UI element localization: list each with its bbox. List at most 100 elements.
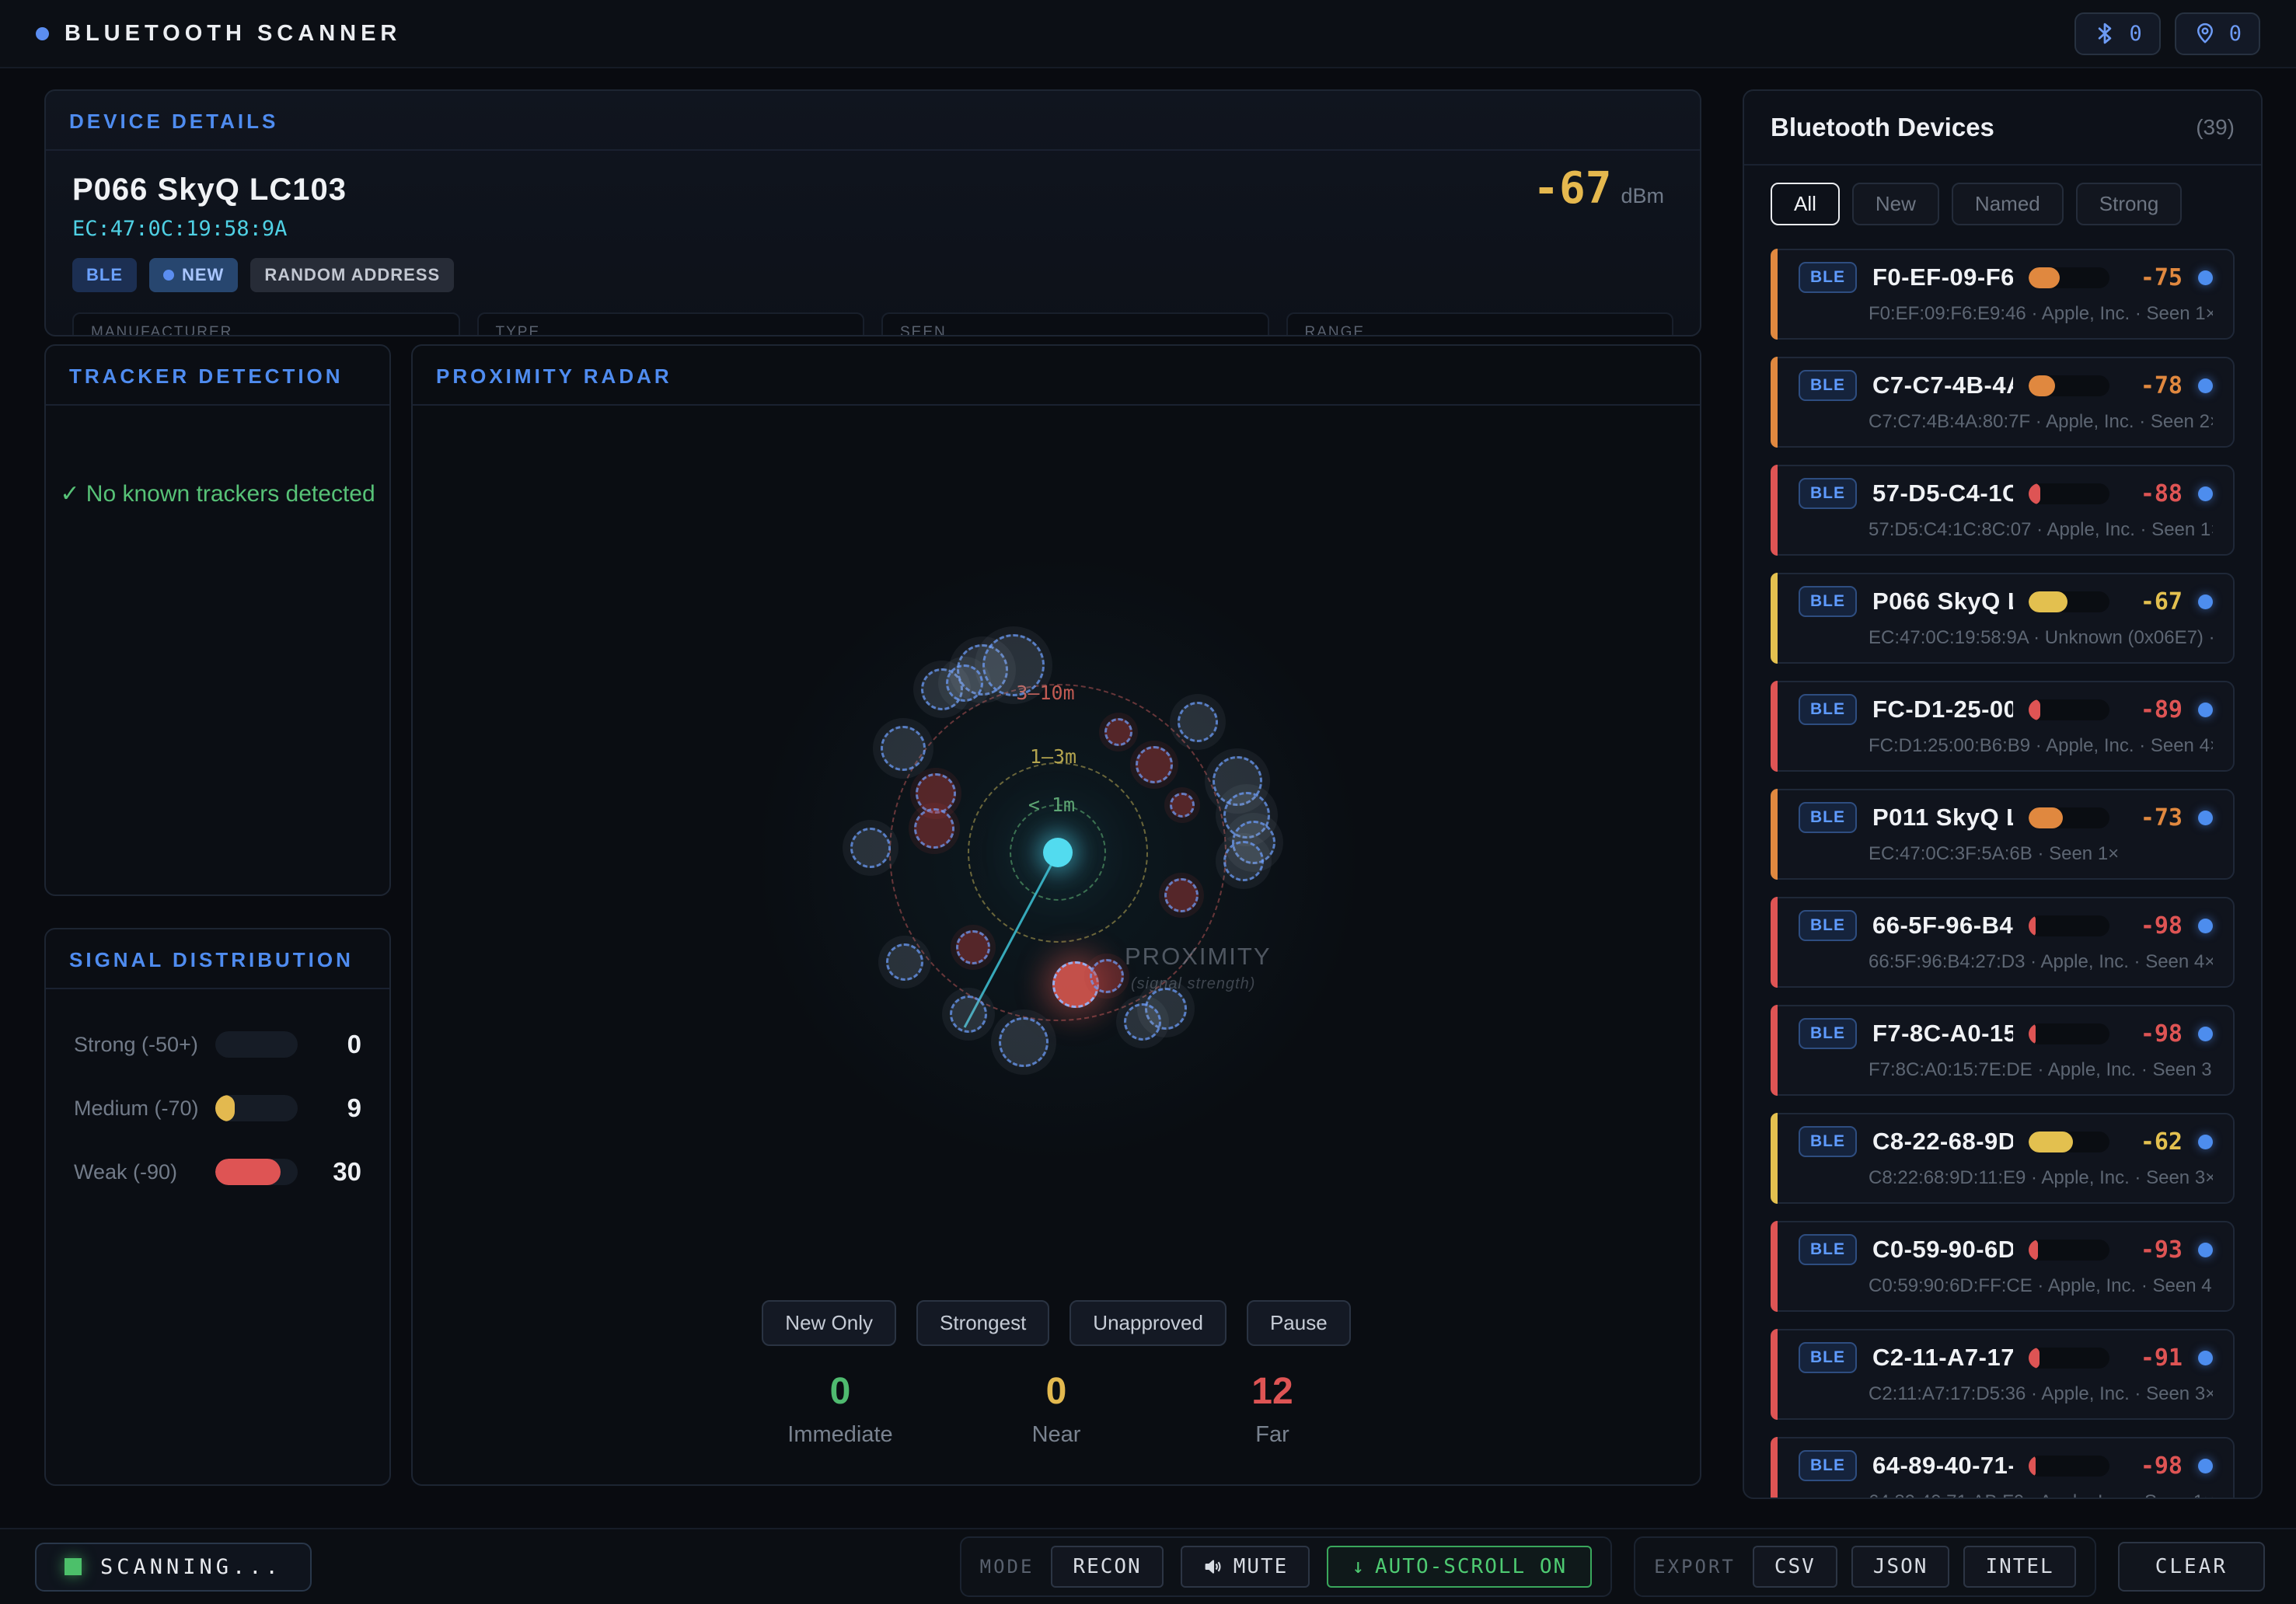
export-format-button[interactable]: JSON <box>1851 1546 1950 1588</box>
new-dot-icon <box>163 270 174 281</box>
device-status-dot-icon <box>2198 1135 2213 1149</box>
location-count-badge[interactable]: 0 <box>2175 12 2260 55</box>
export-format-button[interactable]: INTEL <box>1963 1546 2075 1588</box>
device-filter-button[interactable]: All <box>1771 183 1840 225</box>
new-badge: NEW <box>149 258 238 292</box>
auto-scroll-toggle[interactable]: ↓ AUTO-SCROLL ON <box>1327 1546 1592 1588</box>
device-subtext: F0:EF:09:F6:E9:46 · Apple, Inc. · Seen 1… <box>1799 303 2213 325</box>
device-status-dot-icon <box>2198 1243 2213 1257</box>
radar-device-dot[interactable] <box>1170 793 1195 818</box>
radar-device-dot[interactable] <box>982 634 1045 696</box>
location-pin-icon <box>2193 22 2217 45</box>
field-label: SEEN <box>900 324 1251 336</box>
radar-device-dot[interactable] <box>1124 1003 1161 1041</box>
radar-stat-label: Immediate <box>778 1422 902 1448</box>
radar-device-dot[interactable] <box>1178 702 1218 742</box>
location-count: 0 <box>2229 22 2242 46</box>
device-list-item[interactable]: BLE F7-8C-A0-15-7E-DE -98 F7:8C:A0:15:7E… <box>1771 1005 2235 1096</box>
device-list-item[interactable]: BLE F0-EF-09-F6-E9-46 -75 F0:EF:09:F6:E9… <box>1771 249 2235 340</box>
device-subtext: EC:47:0C:3F:5A:6B · Seen 1× <box>1799 843 2213 865</box>
status-dot-icon <box>36 27 49 40</box>
device-list-item[interactable]: BLE P011 SkyQ LC103 -73 EC:47:0C:3F:5A:6… <box>1771 789 2235 880</box>
device-filter-button[interactable]: New <box>1852 183 1939 225</box>
device-name: C7-C7-4B-4A-80-7F <box>1872 371 2013 399</box>
device-detail-field: MANUFACTURER -- <box>72 312 460 336</box>
bluetooth-count-badge[interactable]: 0 <box>2074 12 2160 55</box>
radar-device-dot[interactable] <box>881 726 926 771</box>
device-list-item[interactable]: BLE C7-C7-4B-4A-80-7F -78 C7:C7:4B:4A:80… <box>1771 357 2235 448</box>
device-detail-fields: MANUFACTURER -- TYPE random SEEN 1× RANG… <box>72 312 1673 336</box>
device-list-filters: All New Named Strong <box>1744 166 2261 244</box>
radar-device-dot[interactable] <box>1223 841 1264 881</box>
status-bar: SCANNING... MODE RECON MUTE ↓ AUTO-SCROL… <box>0 1528 2296 1604</box>
device-signal-track <box>2029 915 2109 936</box>
device-subtext: 66:5F:96:B4:27:D3 · Apple, Inc. · Seen 4… <box>1799 951 2213 973</box>
selected-device-name: P066 SkyQ LC103 <box>72 173 1673 207</box>
bluetooth-devices-panel: Bluetooth Devices (39) AllNewNamedStrong… <box>1743 89 2263 1499</box>
radar-device-dot[interactable] <box>1136 746 1173 783</box>
signal-band-label: Strong (-50+) <box>74 1033 208 1057</box>
device-name: P011 SkyQ LC103 <box>1872 804 2013 832</box>
clear-button[interactable]: CLEAR <box>2118 1542 2265 1592</box>
device-signal-track <box>2029 1240 2109 1261</box>
device-list-item[interactable]: BLE C2-11-A7-17-D5-36 -91 C2:11:A7:17:D5… <box>1771 1329 2235 1420</box>
mode-recon-button[interactable]: RECON <box>1051 1546 1163 1588</box>
app-brand: BLUETOOTH SCANNER <box>36 21 401 47</box>
device-list-item[interactable]: BLE C8-22-68-9D-11-E9 -62 C8:22:68:9D:11… <box>1771 1113 2235 1204</box>
radar-device-dot[interactable] <box>1104 718 1132 746</box>
radar-device-dot[interactable] <box>999 1017 1049 1067</box>
mute-button[interactable]: MUTE <box>1181 1546 1310 1588</box>
device-rssi: -98 <box>2125 1452 2183 1480</box>
radar-stat: 12 Far <box>1210 1370 1335 1448</box>
signal-distribution-row: Strong (-50+) 0 <box>46 1030 389 1059</box>
ble-chip: BLE <box>1799 586 1857 617</box>
radar-device-dot[interactable] <box>956 930 990 964</box>
device-rssi: -91 <box>2125 1344 2183 1372</box>
field-label: MANUFACTURER <box>91 324 441 336</box>
device-list-item[interactable]: BLE FC-D1-25-00-B6-B9 -89 FC:D1:25:00:B6… <box>1771 681 2235 772</box>
proximity-radar-panel: PROXIMITY RADAR 3–10m 1–3m < 1m PROXIMIT… <box>411 344 1701 1486</box>
scanning-status-button[interactable]: SCANNING... <box>35 1543 312 1592</box>
device-signal-track <box>2029 483 2109 504</box>
device-rssi: -75 <box>2125 264 2183 291</box>
device-signal-fill <box>2029 591 2067 612</box>
device-rssi: -88 <box>2125 480 2183 507</box>
field-label: TYPE <box>496 324 846 336</box>
device-name: 64-89-40-71-AB-F0 <box>1872 1452 2013 1480</box>
signal-distribution-panel: SIGNAL DISTRIBUTION Strong (-50+) 0 Medi… <box>44 928 391 1486</box>
device-status-dot-icon <box>2198 595 2213 609</box>
radar-device-dot[interactable] <box>1164 878 1199 912</box>
bluetooth-count: 0 <box>2129 22 2141 46</box>
speaker-icon <box>1202 1556 1224 1578</box>
device-filter-button[interactable]: Named <box>1952 183 2064 225</box>
device-list-title: Bluetooth Devices <box>1771 113 1994 142</box>
radar-device-dot[interactable] <box>914 808 954 849</box>
radar-device-dot[interactable] <box>886 943 923 981</box>
radar-stats: 0 Immediate 0 Near 12 Far <box>413 1370 1700 1448</box>
radar-stat-label: Far <box>1210 1422 1335 1448</box>
radar-filter-button[interactable]: Strongest <box>916 1300 1049 1346</box>
device-list-item[interactable]: BLE 64-89-40-71-AB-F0 -98 64:89:40:71:AB… <box>1771 1437 2235 1499</box>
radar-device-dot[interactable] <box>950 996 987 1033</box>
signal-band-label: Medium (-70) <box>74 1097 208 1121</box>
device-list-item[interactable]: BLE 57-D5-C4-1C-8C-07 -88 57:D5:C4:1C:8C… <box>1771 465 2235 556</box>
radar-filter-button[interactable]: Unapproved <box>1069 1300 1227 1346</box>
device-list-item[interactable]: BLE 66-5F-96-B4-27-D3 -98 66:5F:96:B4:27… <box>1771 897 2235 988</box>
device-signal-fill <box>2029 375 2055 396</box>
radar-device-dot[interactable] <box>850 828 891 868</box>
device-list-item[interactable]: BLE P066 SkyQ LC103 -67 EC:47:0C:19:58:9… <box>1771 573 2235 664</box>
device-status-dot-icon <box>2198 1459 2213 1473</box>
device-rssi: -93 <box>2125 1236 2183 1264</box>
export-format-button[interactable]: CSV <box>1753 1546 1837 1588</box>
device-signal-track <box>2029 1348 2109 1369</box>
radar-filter-button[interactable]: Pause <box>1247 1300 1351 1346</box>
device-signal-track <box>2029 591 2109 612</box>
radar-device-dot[interactable] <box>946 664 983 702</box>
radar-device-dot[interactable] <box>1090 959 1124 993</box>
radar-filter-button[interactable]: New Only <box>762 1300 896 1346</box>
device-filter-button[interactable]: Strong <box>2076 183 2183 225</box>
top-bar: BLUETOOTH SCANNER 0 0 <box>0 0 2296 68</box>
tracker-detection-title: TRACKER DETECTION <box>46 346 389 406</box>
device-subtext: EC:47:0C:19:58:9A · Unknown (0x06E7) · S… <box>1799 627 2213 649</box>
device-list-item[interactable]: BLE C0-59-90-6D-FF-CE -93 C0:59:90:6D:FF… <box>1771 1221 2235 1312</box>
